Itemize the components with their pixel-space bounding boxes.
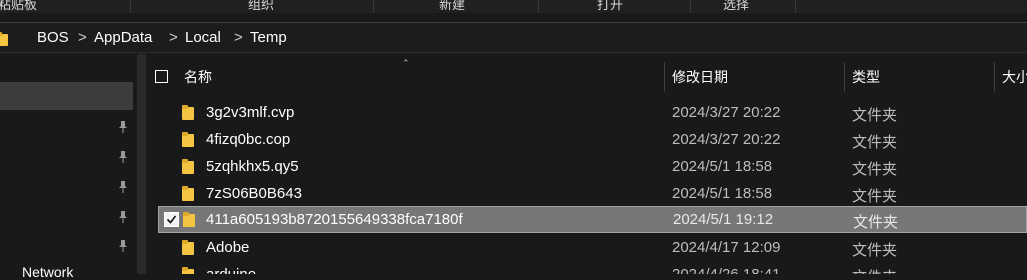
select-all-checkbox[interactable] bbox=[155, 70, 168, 83]
ribbon-divider bbox=[690, 0, 691, 13]
pin-icon bbox=[117, 239, 129, 253]
address-bar[interactable]: BOS > AppData > Local > Temp bbox=[0, 22, 1027, 53]
ribbon-clipboard-group[interactable]: 粘贴板 bbox=[0, 0, 37, 13]
ribbon-divider bbox=[538, 0, 539, 13]
folder-icon bbox=[182, 132, 194, 152]
column-header: ⌃ 名称 修改日期 类型 大小 bbox=[146, 54, 1027, 98]
file-name: Adobe bbox=[206, 239, 250, 256]
file-type: 文件夹 bbox=[852, 266, 897, 274]
folder-icon bbox=[182, 267, 194, 274]
pin-icon bbox=[117, 180, 129, 194]
breadcrumb-appdata[interactable]: AppData bbox=[94, 29, 152, 46]
file-name: 4fizq0bc.cop bbox=[206, 131, 291, 148]
folder-icon bbox=[182, 105, 194, 125]
ribbon-divider bbox=[795, 0, 796, 13]
list-item[interactable]: 4fizq0bc.cop 2024/3/27 20:22 文件夹 bbox=[146, 126, 1027, 153]
file-list: ⌃ 名称 修改日期 类型 大小 3g2v3mlf.cvp 2024/3/27 2… bbox=[146, 54, 1027, 274]
file-name: 5zqhkhx5.qy5 bbox=[206, 158, 299, 175]
folder-icon bbox=[183, 212, 195, 232]
file-type: 文件夹 bbox=[853, 214, 899, 231]
folder-icon bbox=[0, 32, 8, 51]
file-date: 2024/5/1 18:58 bbox=[672, 185, 773, 202]
folder-icon bbox=[182, 159, 194, 179]
ribbon-organize-group[interactable]: 组织 bbox=[248, 0, 274, 13]
ribbon-open-group[interactable]: 打开 bbox=[597, 0, 623, 13]
pin-icon bbox=[117, 150, 129, 164]
file-date: 2024/3/27 20:22 bbox=[672, 131, 781, 148]
column-type[interactable]: 类型 bbox=[852, 67, 880, 87]
chevron-right-icon[interactable]: > bbox=[169, 29, 178, 46]
list-item[interactable]: Adobe 2024/4/17 12:09 文件夹 bbox=[146, 234, 1027, 261]
list-item[interactable]: 7zS06B0B643 2024/5/1 18:58 文件夹 bbox=[146, 180, 1027, 207]
file-date: 2024/3/27 20:22 bbox=[672, 104, 781, 121]
column-divider[interactable] bbox=[844, 62, 845, 92]
column-size[interactable]: 大小 bbox=[1002, 67, 1027, 87]
column-date-modified[interactable]: 修改日期 bbox=[672, 67, 728, 87]
file-type: 文件夹 bbox=[852, 161, 898, 178]
file-date: 2024/4/26 18:41 bbox=[672, 266, 780, 274]
sort-ascending-icon: ⌃ bbox=[402, 58, 410, 68]
ribbon-select-group[interactable]: 选择 bbox=[723, 0, 749, 13]
file-date: 2024/5/1 19:12 bbox=[673, 211, 774, 228]
breadcrumb-temp[interactable]: Temp bbox=[250, 29, 287, 46]
column-divider[interactable] bbox=[994, 62, 995, 92]
pin-icon bbox=[117, 120, 129, 134]
nav-item-selected[interactable] bbox=[0, 82, 133, 110]
breadcrumb-local[interactable]: Local bbox=[185, 29, 221, 46]
list-item[interactable]: 5zqhkhx5.qy5 2024/5/1 18:58 文件夹 bbox=[146, 153, 1027, 180]
list-item[interactable]: 3g2v3mlf.cvp 2024/3/27 20:22 文件夹 bbox=[146, 99, 1027, 126]
navigation-pane: Network bbox=[0, 54, 138, 280]
chevron-right-icon[interactable]: > bbox=[234, 29, 243, 46]
file-name: arduino bbox=[206, 266, 256, 274]
chevron-right-icon[interactable]: > bbox=[78, 29, 87, 46]
file-name: 411a605193b8720155649338fca7180f bbox=[206, 211, 463, 228]
ribbon-divider bbox=[373, 0, 374, 13]
pin-icon bbox=[117, 210, 129, 224]
file-type: 文件夹 bbox=[852, 242, 898, 259]
ribbon-toolbar: 粘贴板 组织 新建 打开 选择 bbox=[0, 0, 1027, 13]
file-name: 3g2v3mlf.cvp bbox=[206, 104, 295, 121]
list-item[interactable]: arduino 2024/4/26 18:41 文件夹 bbox=[146, 261, 1027, 274]
checkmark-icon bbox=[166, 215, 177, 224]
file-date: 2024/4/17 12:09 bbox=[672, 239, 781, 256]
folder-icon bbox=[182, 240, 194, 260]
nav-scrollbar[interactable] bbox=[137, 54, 146, 274]
folder-icon bbox=[182, 186, 194, 206]
file-type: 文件夹 bbox=[852, 107, 898, 124]
nav-item-network[interactable]: Network bbox=[22, 264, 73, 280]
file-type: 文件夹 bbox=[852, 188, 898, 205]
file-date: 2024/5/1 18:58 bbox=[672, 158, 773, 175]
list-item-selected[interactable]: 411a605193b8720155649338fca7180f 2024/5/… bbox=[158, 206, 1027, 233]
breadcrumb-bos[interactable]: BOS bbox=[37, 29, 69, 46]
file-type: 文件夹 bbox=[852, 134, 898, 151]
column-name[interactable]: 名称 bbox=[184, 67, 212, 87]
column-divider[interactable] bbox=[664, 62, 665, 92]
ribbon-new-group[interactable]: 新建 bbox=[439, 0, 465, 13]
ribbon-divider bbox=[130, 0, 131, 13]
row-checkbox[interactable] bbox=[164, 212, 179, 227]
file-name: 7zS06B0B643 bbox=[206, 185, 302, 202]
